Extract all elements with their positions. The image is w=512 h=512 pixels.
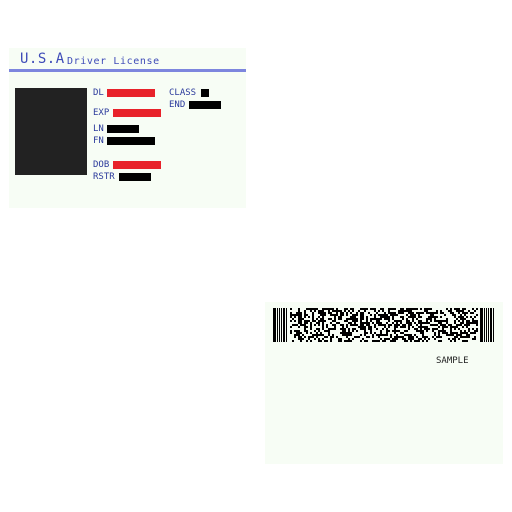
dob-redaction-bar [113,161,161,169]
pdf417-barcode-icon [273,308,494,342]
exp-redaction-bar [113,109,161,117]
dl-label: DL [93,88,104,98]
fn-label: FN [93,136,104,146]
license-title: Driver License [67,56,160,67]
header-rule [9,69,246,72]
class-redaction-bar [201,89,209,97]
rstr-label: RSTR [93,172,115,182]
end-redaction-bar [189,101,221,109]
exp-label: EXP [93,108,110,118]
ln-redaction-bar [107,125,139,133]
sample-label: SAMPLE [436,356,469,366]
ln-label: LN [93,124,104,134]
country-label: U.S.A [20,51,65,67]
photo-placeholder [15,88,87,175]
license-front-card: U.S.A Driver License DL EXP LN FN DOB RS… [9,48,246,208]
license-back-card: SAMPLE [265,302,503,464]
fn-redaction-bar [107,137,155,145]
dl-redaction-bar [107,89,155,97]
dob-label: DOB [93,160,110,170]
end-label: END [169,100,186,110]
rstr-redaction-bar [119,173,151,181]
class-label: CLASS [169,88,197,98]
